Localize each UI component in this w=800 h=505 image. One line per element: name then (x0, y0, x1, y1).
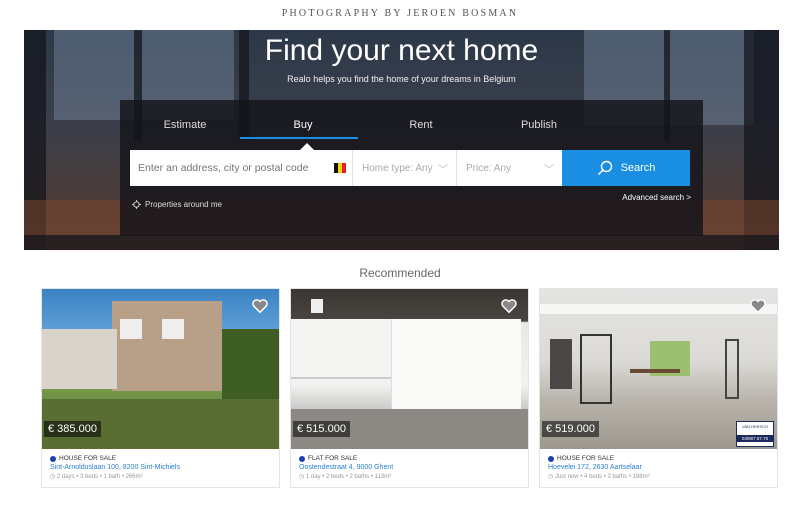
price-tag: € 515.000 (293, 421, 350, 437)
chevron-down-icon: ﹀ (438, 165, 448, 176)
search-button[interactable]: Search (562, 150, 690, 186)
price-tag: € 385.000 (44, 421, 101, 437)
recommended-heading: Recommended (359, 266, 441, 280)
location-target-icon (132, 200, 141, 209)
heart-icon[interactable] (251, 297, 269, 315)
property-meta: ◷ Just now • 4 beds • 2 baths • 198m² (548, 474, 650, 480)
address-search-input[interactable] (130, 150, 352, 186)
properties-around-me-label: Properties around me (145, 200, 222, 209)
property-photo: € 519.000 VAN HEESCH 03/887.87.76 (540, 289, 777, 449)
search-bar: Home type: Any ﹀ Price: Any ﹀ Search (130, 150, 690, 186)
property-meta: ◷ 1 day • 2 beds • 2 baths • 113m² (299, 474, 392, 480)
type-dot-icon (548, 455, 554, 462)
heart-icon[interactable] (500, 297, 518, 315)
property-card[interactable]: € 515.000 FLAT FOR SALE Oostendestraat 4… (290, 288, 529, 488)
chevron-down-icon: ﹀ (544, 165, 554, 176)
agency-logo: VAN HEESCH 03/887.87.76 (736, 421, 774, 447)
property-type: HOUSE FOR SALE (548, 455, 769, 462)
type-dot-icon (50, 455, 56, 462)
search-button-label: Search (620, 162, 656, 174)
hero-title: Find your next home (264, 34, 539, 67)
agency-phone: 03/887.87.76 (737, 435, 773, 442)
active-tab-caret (300, 143, 314, 150)
tab-rent[interactable]: Rent (366, 119, 476, 131)
home-type-select[interactable]: Home type: Any ﹀ (352, 150, 456, 186)
property-card[interactable]: € 519.000 VAN HEESCH 03/887.87.76 HOUSE … (539, 288, 778, 488)
photo-credit: PHOTOGRAPHY BY JEROEN BOSMAN (281, 8, 519, 19)
property-meta: ◷ 2 days • 3 beds • 1 bath • 266m² (50, 474, 143, 480)
property-address-link[interactable]: Sint-Arnolduslaan 100, 8200 Sint-Michiel… (50, 464, 271, 471)
tab-buy[interactable]: Buy (248, 119, 358, 131)
price-select[interactable]: Price: Any ﹀ (456, 150, 562, 186)
property-type-label: HOUSE FOR SALE (59, 455, 117, 462)
property-photo: € 515.000 (291, 289, 528, 449)
property-card[interactable]: € 385.000 HOUSE FOR SALE Sint-Arnoldusla… (41, 288, 280, 488)
home-type-value: Home type: Any (362, 162, 433, 174)
properties-around-me-link[interactable]: Properties around me (132, 200, 222, 209)
property-type: FLAT FOR SALE (299, 455, 520, 462)
property-type-label: FLAT FOR SALE (308, 455, 358, 462)
advanced-search-link[interactable]: Advanced search > (622, 193, 691, 202)
active-tab-indicator (240, 137, 358, 139)
tab-estimate[interactable]: Estimate (130, 119, 240, 131)
agency-name: VAN HEESCH (742, 424, 768, 429)
tab-publish[interactable]: Publish (484, 119, 594, 131)
search-panel: Estimate Buy Rent Publish Home type: Any… (120, 100, 703, 236)
property-type: HOUSE FOR SALE (50, 455, 271, 462)
search-tabs: Estimate Buy Rent Publish (130, 100, 600, 150)
property-address-link[interactable]: Hoevelei 172, 2630 Aartselaar (548, 464, 769, 471)
property-photo: € 385.000 (42, 289, 279, 449)
price-tag: € 519.000 (542, 421, 599, 437)
property-type-label: HOUSE FOR SALE (557, 455, 615, 462)
belgium-flag-icon[interactable] (334, 163, 346, 173)
heart-icon[interactable] (749, 297, 767, 315)
property-address-link[interactable]: Oostendestraat 4, 9000 Ghent (299, 464, 520, 471)
type-dot-icon (299, 455, 305, 462)
price-value: Price: Any (466, 162, 512, 174)
hero-subtitle: Realo helps you find the home of your dr… (287, 74, 516, 84)
search-icon (597, 160, 612, 176)
